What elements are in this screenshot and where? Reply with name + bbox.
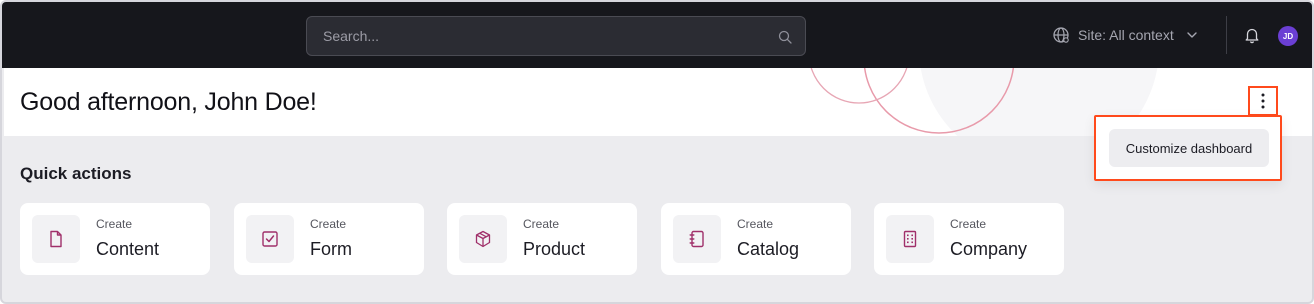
options-dropdown-menu: Customize dashboard	[1094, 115, 1282, 181]
card-label: Company	[950, 239, 1028, 259]
app-frame: Search... Site: All context JD Good afte…	[0, 0, 1314, 304]
kebab-menu-icon	[1261, 93, 1265, 109]
building-icon	[903, 230, 917, 248]
notebook-icon	[689, 230, 704, 248]
quick-actions-heading: Quick actions	[20, 164, 132, 183]
search-placeholder: Search...	[323, 28, 380, 44]
card-label: Catalog	[737, 239, 800, 259]
card-label: Form	[310, 239, 352, 259]
search-icon	[778, 30, 792, 44]
top-navigation-bar: Search... Site: All context JD	[2, 2, 1312, 68]
site-selector-label: Site: All context	[1078, 27, 1174, 43]
card-prefix: Create	[950, 217, 987, 231]
box-icon	[475, 230, 491, 248]
card-prefix: Create	[737, 217, 774, 231]
create-catalog-card[interactable]: Create Catalog	[661, 203, 851, 275]
card-prefix: Create	[96, 217, 133, 231]
card-icon-box	[32, 215, 80, 263]
create-company-card[interactable]: Create Company	[874, 203, 1064, 275]
card-prefix: Create	[310, 217, 347, 231]
topbar-divider	[1226, 16, 1227, 54]
card-label: Content	[96, 239, 160, 259]
chevron-down-icon	[1187, 32, 1197, 38]
search-input[interactable]: Search...	[306, 16, 806, 56]
bell-icon[interactable]	[1243, 26, 1261, 44]
create-content-card[interactable]: Create Content	[20, 203, 210, 275]
create-form-card[interactable]: Create Form	[234, 203, 424, 275]
site-selector[interactable]: Site: All context	[1052, 24, 1198, 46]
globe-icon	[1053, 27, 1069, 43]
card-icon-box	[246, 215, 294, 263]
card-label: Product	[523, 239, 586, 259]
card-prefix: Create	[523, 217, 560, 231]
card-icon-box	[459, 215, 507, 263]
page-title: Good afternoon, John Doe!	[20, 88, 317, 116]
create-product-card[interactable]: Create Product	[447, 203, 637, 275]
card-icon-box	[673, 215, 721, 263]
customize-dashboard-menu-item[interactable]: Customize dashboard	[1109, 129, 1269, 167]
more-options-button[interactable]	[1248, 86, 1278, 116]
checkbox-icon	[262, 231, 278, 247]
avatar[interactable]: JD	[1278, 26, 1298, 46]
card-icon-box	[886, 215, 934, 263]
document-icon	[50, 230, 62, 248]
